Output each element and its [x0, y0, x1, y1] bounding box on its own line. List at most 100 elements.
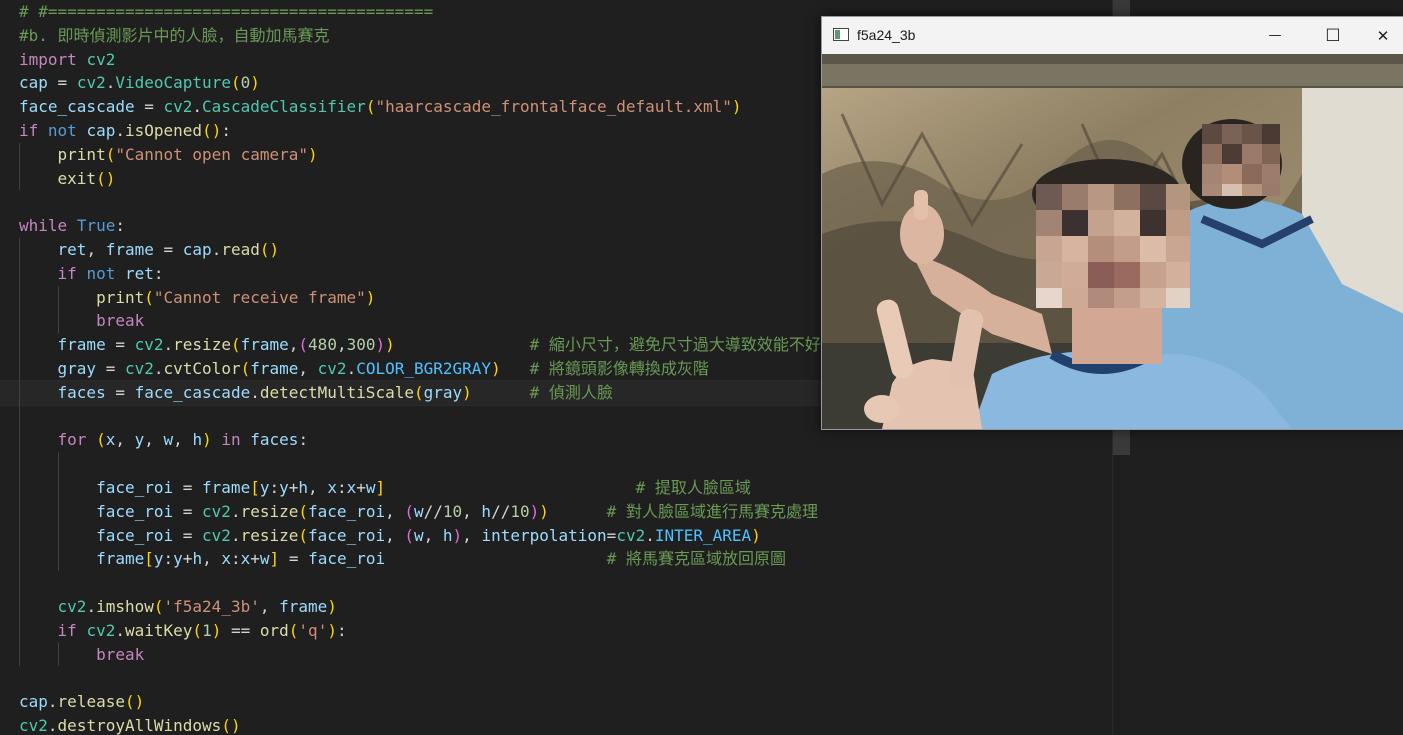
code-token: faces [57, 382, 106, 402]
opencv-window[interactable]: f5a24_3b — ☐ ✕ [821, 16, 1403, 430]
code-token: frame [202, 477, 251, 497]
code-token: in [221, 430, 241, 450]
code-token: 10 [442, 501, 463, 521]
code-token: cvtColor [163, 358, 241, 378]
code-token: ( [298, 525, 309, 545]
code-token: INTER_AREA [654, 525, 752, 545]
code-token: ( [230, 73, 241, 93]
code-token: . [47, 715, 58, 735]
code-token: 1 [202, 620, 212, 640]
code-line[interactable] [19, 571, 1112, 595]
indent-guide [19, 238, 20, 667]
code-token: h [192, 430, 203, 450]
code-token: ( [192, 620, 203, 640]
code-token: , [202, 549, 222, 569]
code-token: = [105, 335, 135, 355]
code-line[interactable]: break [19, 643, 1112, 667]
code-token: h [298, 477, 309, 497]
code-token: frame [279, 596, 328, 616]
code-token: #b. 即時偵測影片中的人臉，自動加馬賽克 [19, 25, 330, 45]
code-token: = [279, 549, 309, 569]
close-button[interactable]: ✕ [1362, 17, 1403, 54]
face-mosaic-front [1036, 184, 1190, 308]
minimize-button[interactable]: — [1246, 17, 1304, 54]
code-token: face_roi [96, 477, 174, 497]
code-token: = [173, 501, 203, 521]
window-title: f5a24_3b [857, 27, 916, 43]
code-line[interactable]: for (x, y, w, h) in faces: [19, 428, 1112, 452]
code-token: break [96, 644, 145, 664]
code-token: cv2 [124, 358, 154, 378]
code-token: , [385, 501, 405, 521]
code-token: : [269, 477, 280, 497]
code-token: ( [298, 335, 309, 355]
code-token: = [47, 73, 77, 93]
indent-guide [19, 142, 20, 191]
code-token: 0 [240, 73, 251, 93]
code-line[interactable]: cv2.destroyAllWindows() [19, 714, 1112, 735]
code-token: . [230, 501, 241, 521]
code-token: ) [327, 620, 337, 640]
code-token: // [423, 501, 443, 521]
indent-guide [58, 452, 59, 572]
code-line[interactable]: face_roi = cv2.resize(face_roi, (w, h), … [19, 524, 1112, 548]
code-line[interactable]: cv2.imshow('f5a24_3b', frame) [19, 595, 1112, 619]
code-token: # 縮小尺寸，避免尺寸過大導致效能不好 [529, 335, 821, 355]
code-token: = [105, 382, 135, 402]
code-line[interactable]: face_roi = frame[y:y+h, x:x+w] # 提取人臉區域 [19, 476, 1112, 500]
code-token: "haarcascade_frontalface_default.xml" [375, 97, 732, 117]
code-token: () [259, 239, 280, 259]
code-line[interactable]: cap.release() [19, 690, 1112, 714]
code-token: . [346, 358, 357, 378]
code-token: cv2 [317, 358, 347, 378]
code-token: "Cannot open camera" [115, 144, 308, 164]
code-token: : [230, 549, 241, 569]
code-token: ) [751, 525, 761, 545]
maximize-button[interactable]: ☐ [1304, 17, 1362, 54]
code-line[interactable] [19, 666, 1112, 690]
code-token: cap [86, 120, 116, 140]
code-token: face_roi [96, 501, 174, 521]
code-token: ) [202, 430, 212, 450]
code-line[interactable] [19, 452, 1112, 476]
code-token: 480 [308, 335, 337, 355]
app-window-icon [833, 28, 849, 41]
code-token: . [192, 97, 203, 117]
window-titlebar[interactable]: f5a24_3b — ☐ ✕ [822, 17, 1403, 54]
code-token: "Cannot receive frame" [153, 287, 366, 307]
code-token: cv2 [19, 715, 48, 735]
code-token: x [346, 477, 357, 497]
code-token: () [221, 715, 241, 735]
code-token: # #=====================================… [19, 2, 434, 21]
code-token: ) [308, 144, 318, 164]
code-token: ret [124, 263, 154, 283]
code-token: frame [250, 358, 299, 378]
code-token: if [57, 620, 77, 640]
code-token: () [202, 120, 222, 140]
code-token: # 偵測人臉 [529, 382, 613, 402]
code-token: : [115, 216, 125, 236]
code-token: y [153, 549, 164, 569]
code-token: ( [298, 501, 309, 521]
code-line[interactable]: face_roi = cv2.resize(face_roi, (w//10, … [19, 500, 1112, 524]
maximize-icon: ☐ [1325, 25, 1341, 46]
code-token: , [423, 525, 443, 545]
code-token: break [96, 311, 145, 331]
code-token: imshow [96, 596, 154, 616]
code-token: + [250, 549, 260, 569]
code-token: [ [144, 549, 154, 569]
code-line[interactable]: if cv2.waitKey(1) == ord('q'): [19, 619, 1112, 643]
camera-frame [822, 54, 1403, 429]
code-line[interactable]: frame[y:y+h, x:x+w] = face_roi # 將馬賽克區域放… [19, 547, 1112, 571]
